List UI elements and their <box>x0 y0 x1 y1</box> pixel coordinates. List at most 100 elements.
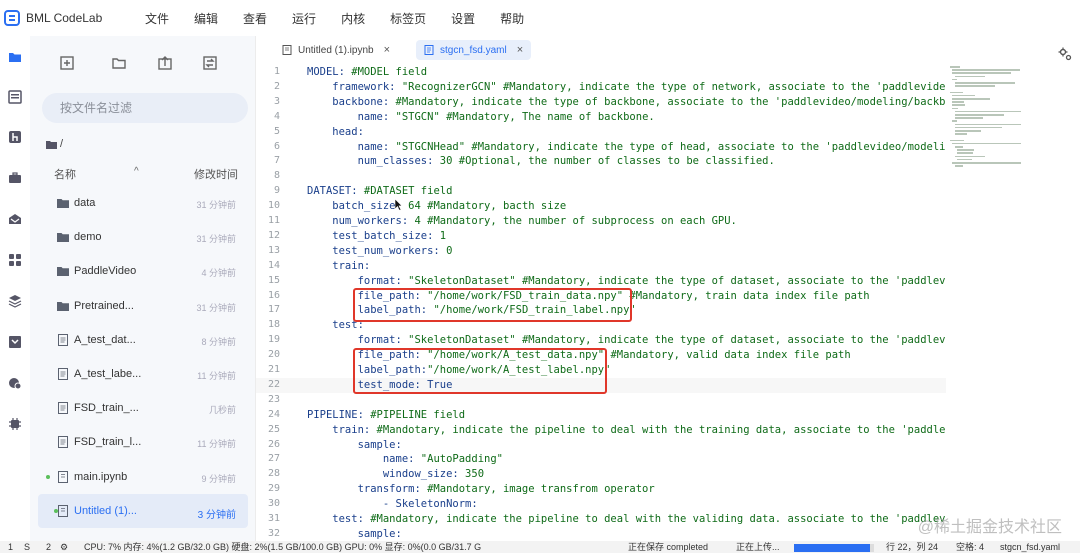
code-line[interactable]: 15 format: "SkeletonDataset" #Mandatory,… <box>256 274 946 289</box>
breadcrumb[interactable]: / <box>46 138 63 150</box>
menu-file[interactable]: 文件 <box>145 10 169 27</box>
code-line[interactable]: 29 transform: #Mandotary, image transfro… <box>256 482 946 497</box>
status-bar: 1 S 2 ⚙ CPU: 7% 内存: 4%(1.2 GB/32.0 GB) 硬… <box>0 541 1080 553</box>
code-line[interactable]: 13 test_num_workers: 0 <box>256 244 946 259</box>
sort-caret-icon[interactable]: ^ <box>134 166 139 177</box>
rail-briefcase-button[interactable] <box>4 167 26 189</box>
code-line[interactable]: 27 name: "AutoPadding" <box>256 452 946 467</box>
code-line[interactable]: 28 window_size: 350 <box>256 467 946 482</box>
file-row[interactable]: A_test_labe... 11 分钟前 <box>30 357 256 391</box>
menu-settings[interactable]: 设置 <box>451 10 475 27</box>
code-token: 1 <box>439 229 447 242</box>
minimap-line <box>957 158 973 161</box>
column-name[interactable]: 名称 <box>54 166 76 182</box>
refresh-icon <box>203 56 217 70</box>
line-number: 25 <box>267 423 280 435</box>
line-number: 31 <box>267 513 280 524</box>
code-line[interactable]: 1 MODEL: #MODEL field <box>256 65 946 80</box>
code-line[interactable]: 2 framework: "RecognizerGCN" #Mandatory,… <box>256 80 946 95</box>
file-name: FSD_train_l... <box>74 436 142 449</box>
watermark: @稀土掘金技术社区 <box>917 519 1062 536</box>
file-row[interactable]: PaddleVideo 4 分钟前 <box>30 254 256 288</box>
status-count-a[interactable]: 1 <box>8 541 13 553</box>
file-row[interactable]: main.ipynb 9 分钟前 <box>30 460 256 494</box>
code-line[interactable]: 26 sample: <box>256 438 946 453</box>
rail-apps-button[interactable] <box>4 249 26 271</box>
tab-untitled-notebook[interactable]: Untitled (1).ipynb × <box>274 40 398 60</box>
code-line[interactable]: 4 name: "STGCN" #Mandatory, The name of … <box>256 110 946 125</box>
rail-download-button[interactable] <box>4 331 26 353</box>
status-count-b[interactable]: 2 <box>46 541 51 553</box>
menu-help[interactable]: 帮助 <box>500 10 524 27</box>
rail-cloud-button[interactable] <box>4 372 26 394</box>
code-token: #Mandatory, The name of backbone. <box>439 110 655 123</box>
rail-inbox-button[interactable] <box>4 208 26 230</box>
file-row[interactable]: data 31 分钟前 <box>30 186 256 220</box>
file-icon <box>58 402 68 415</box>
menu-kernel[interactable]: 内核 <box>341 10 365 27</box>
menu-run[interactable]: 运行 <box>292 10 316 27</box>
file-row[interactable]: FSD_train_... 几秒前 <box>30 391 256 425</box>
menu-edit[interactable]: 编辑 <box>194 10 218 27</box>
line-code: test_num_workers: 0 <box>307 244 452 259</box>
new-folder-button[interactable] <box>110 54 128 72</box>
line-code: sample: <box>307 527 402 541</box>
code-token: #Mandatory, indicate the type of dataset… <box>521 334 946 347</box>
code-line[interactable]: 10 batch_size: 64 #Mandatory, bacth size <box>256 199 946 214</box>
rail-chip-button[interactable] <box>4 413 26 435</box>
code-line[interactable]: 12 test_batch_size: 1 <box>256 229 946 244</box>
status-settings-icon[interactable]: ⚙ <box>60 541 68 553</box>
code-line[interactable]: 31 test: #Mandatory, indicate the pipeli… <box>256 512 946 527</box>
rail-list-button[interactable] <box>4 86 26 108</box>
close-icon[interactable]: × <box>517 44 523 56</box>
file-row[interactable]: Pretrained... 31 分钟前 <box>30 289 256 323</box>
file-row[interactable]: Untitled (1)... 3 分钟前 <box>38 493 248 528</box>
menu-tabs[interactable]: 标签页 <box>390 10 426 27</box>
close-icon[interactable]: × <box>384 44 390 56</box>
code-line[interactable]: 8 <box>256 169 946 184</box>
status-indent[interactable]: 空格: 4 <box>956 541 984 553</box>
rail-git-button[interactable] <box>4 126 26 148</box>
minimap-line <box>954 75 986 78</box>
code-line[interactable]: 30 - SkeletonNorm: <box>256 497 946 512</box>
line-number: 1 <box>273 66 280 77</box>
code-line[interactable]: 25 train: #Mandotary, indicate the pipel… <box>256 423 946 438</box>
code-line[interactable]: 32 sample: <box>256 527 946 541</box>
menu-view[interactable]: 查看 <box>243 10 267 27</box>
file-filter-input[interactable] <box>42 93 248 123</box>
code-token: backbone: <box>307 95 396 108</box>
column-modified[interactable]: 修改时间 <box>194 166 238 182</box>
line-code: format: "SkeletonDataset" #Mandatory, in… <box>307 333 946 348</box>
code-line[interactable]: 14 train: <box>256 259 946 274</box>
code-token: "STGCNHead" <box>395 140 466 153</box>
rail-layers-button[interactable] <box>4 290 26 312</box>
file-row[interactable]: A_test_dat... 8 分钟前 <box>30 323 256 357</box>
status-cursor-position[interactable]: 行 22，列 24 <box>886 541 938 553</box>
upload-button[interactable] <box>156 54 174 72</box>
editor-minimap[interactable] <box>946 64 1038 541</box>
code-line[interactable]: 5 head: <box>256 125 946 140</box>
status-kernel-icon[interactable]: S <box>24 541 30 553</box>
code-editor[interactable]: 32 sample: 31 test: #Mandatory, indicate … <box>256 64 946 541</box>
code-line[interactable]: 11 num_workers: 4 #Mandatory, the number… <box>256 214 946 229</box>
code-token: #Mandatory, the number of subprocess on … <box>420 215 737 227</box>
refresh-button[interactable] <box>201 54 219 72</box>
code-line[interactable]: 19 format: "SkeletonDataset" #Mandatory,… <box>256 333 946 348</box>
gear-icon[interactable] <box>1058 47 1072 61</box>
file-row[interactable]: FSD_train_l... 11 分钟前 <box>30 425 256 459</box>
code-token: #Optional, the number of classes to be c… <box>452 155 775 168</box>
code-line[interactable]: 7 num_classes: 30 #Optional, the number … <box>256 154 946 169</box>
code-line[interactable]: 3 backbone: #Mandatory, indicate the typ… <box>256 95 946 110</box>
line-number: 11 <box>267 215 280 226</box>
code-line[interactable]: 9 DATASET: #DATASET field <box>256 184 946 199</box>
code-line[interactable]: 23 <box>256 393 946 408</box>
code-line[interactable]: 6 name: "STGCNHead" #Mandatory, indicate… <box>256 140 946 155</box>
new-file-button[interactable] <box>58 54 76 72</box>
code-token: "RecognizerGCN" <box>401 80 497 93</box>
code-line[interactable]: 24 PIPELINE: #PIPELINE field <box>256 408 946 423</box>
rail-files-button[interactable] <box>4 46 26 68</box>
file-row[interactable]: demo 31 分钟前 <box>30 220 256 254</box>
file-modified: 9 分钟前 <box>201 473 236 484</box>
plus-square-icon <box>60 56 74 70</box>
tab-stgcn-yaml[interactable]: stgcn_fsd.yaml × <box>416 40 532 60</box>
